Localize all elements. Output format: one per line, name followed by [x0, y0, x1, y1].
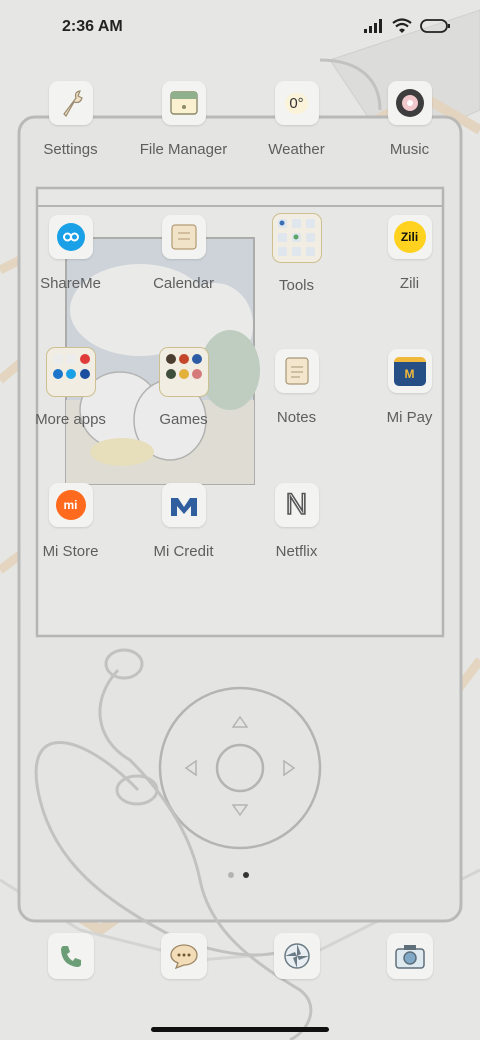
app-weather[interactable]: 0° Weather	[240, 81, 353, 158]
notes-icon	[274, 349, 319, 393]
mi-store-logo-text: mi	[55, 490, 86, 520]
app-mi-store[interactable]: mi Mi Store	[14, 483, 127, 560]
app-label: Games	[159, 411, 208, 428]
signal-icon	[364, 18, 382, 33]
netflix-icon: N	[274, 483, 319, 527]
dock-camera[interactable]	[353, 933, 466, 979]
camera-icon	[386, 933, 433, 979]
browser-icon	[273, 933, 320, 979]
app-label: Netflix	[275, 543, 318, 560]
app-zili[interactable]: Zili Zili	[353, 215, 466, 292]
home-indicator[interactable]	[151, 1027, 329, 1032]
app-label: Settings	[43, 141, 98, 158]
app-netflix[interactable]: N Netflix	[240, 483, 353, 560]
music-icon	[387, 81, 432, 125]
app-calendar[interactable]: Calendar	[127, 215, 240, 292]
app-label: Mi Credit	[153, 543, 214, 560]
status-time: 2:36 AM	[62, 18, 123, 35]
phone-icon	[47, 933, 94, 979]
page-dot-active[interactable]	[243, 872, 249, 878]
weather-icon: 0°	[274, 81, 319, 125]
app-label: Calendar	[153, 275, 214, 292]
app-mi-pay[interactable]: M Mi Pay	[353, 349, 466, 426]
folder-games[interactable]: Games	[127, 347, 240, 428]
folder-more-apps[interactable]: More apps	[14, 347, 127, 428]
shareme-icon	[48, 215, 93, 259]
tools-folder-icon	[271, 213, 322, 263]
status-bar: 2:36 AM	[0, 0, 480, 56]
app-label: File Manager	[139, 141, 228, 158]
status-icons	[364, 18, 450, 33]
battery-icon	[420, 18, 450, 33]
app-mi-credit[interactable]: Mi Credit	[127, 483, 240, 560]
page-indicator	[228, 872, 249, 878]
folder-tools[interactable]: Tools	[240, 213, 353, 294]
app-label: Weather	[268, 141, 325, 158]
app-label: ShareMe	[40, 275, 101, 292]
zili-logo-text: Zili	[393, 221, 426, 253]
app-label: Mi Pay	[386, 409, 433, 426]
games-folder-icon	[158, 347, 209, 397]
netflix-logo-text: N	[285, 487, 308, 522]
page-dot[interactable]	[228, 872, 234, 878]
app-settings[interactable]: Settings	[14, 81, 127, 158]
mi-store-icon: mi	[48, 483, 93, 527]
dock-messages[interactable]	[127, 933, 240, 979]
dock-phone[interactable]	[14, 933, 127, 979]
wifi-icon	[392, 18, 412, 33]
calendar-icon	[161, 215, 206, 259]
app-music[interactable]: Music	[353, 81, 466, 158]
app-label: Music	[389, 141, 430, 158]
app-label: Mi Store	[42, 543, 99, 560]
app-label: Notes	[276, 409, 317, 426]
messages-icon	[160, 933, 207, 979]
mi-pay-icon: M	[387, 349, 432, 393]
mi-pay-logo-text: M	[393, 356, 426, 386]
file-manager-icon	[161, 81, 206, 125]
zili-icon: Zili	[387, 215, 432, 259]
app-shareme[interactable]: ShareMe	[14, 215, 127, 292]
weather-temp-text: 0°	[285, 92, 308, 114]
app-label: Zili	[399, 275, 420, 292]
more-apps-folder-icon	[45, 347, 96, 397]
app-file-manager[interactable]: File Manager	[127, 81, 240, 158]
app-label: More apps	[35, 411, 106, 428]
dock-browser[interactable]	[240, 933, 353, 979]
app-label: Tools	[278, 277, 315, 294]
mi-credit-icon	[161, 483, 206, 527]
app-notes[interactable]: Notes	[240, 349, 353, 426]
settings-icon	[48, 81, 93, 125]
